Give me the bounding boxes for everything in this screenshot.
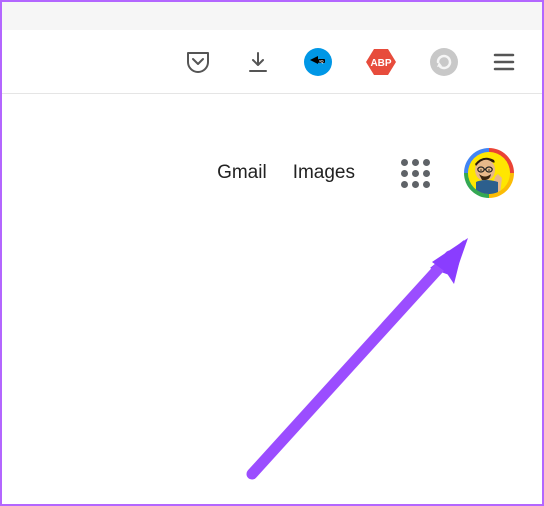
extension-iq-icon[interactable]: IQ [304,48,332,76]
annotation-arrow [232,224,492,494]
hamburger-menu-icon[interactable] [490,48,518,76]
gmail-link[interactable]: Gmail [217,162,267,184]
browser-toolbar: IQ ABP [2,30,542,94]
page-content: Gmail Images [2,94,542,504]
images-link[interactable]: Images [293,162,355,184]
download-icon[interactable] [244,48,272,76]
pocket-icon[interactable] [184,48,212,76]
refresh-icon[interactable] [430,48,458,76]
browser-window: IQ ABP Gmail Images [0,0,544,506]
svg-text:IQ: IQ [319,58,323,63]
extension-abp-icon[interactable]: ABP [364,47,398,77]
tab-strip [2,2,542,30]
svg-text:ABP: ABP [370,58,391,69]
avatar-image [468,152,510,194]
apps-grid-icon[interactable] [401,159,430,188]
google-header-nav: Gmail Images [217,148,514,198]
account-avatar[interactable] [464,148,514,198]
